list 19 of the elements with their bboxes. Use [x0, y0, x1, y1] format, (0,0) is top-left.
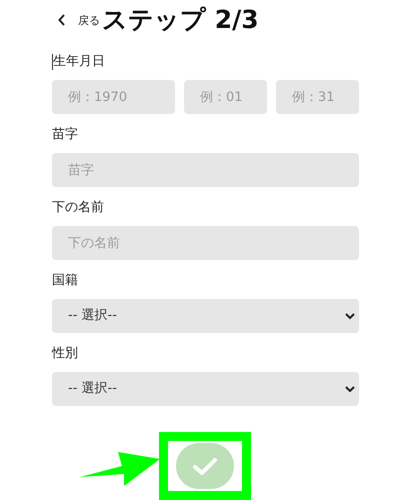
field-label: 国籍 — [52, 272, 78, 290]
input-field[interactable]: 例：01 — [184, 80, 267, 114]
arrow-icon — [80, 452, 160, 488]
field-label: 苗字 — [52, 126, 78, 144]
field-label: 下の名前 — [52, 199, 104, 218]
select-field[interactable]: -- 選択-- — [52, 372, 359, 406]
chevron-left-icon — [58, 14, 66, 26]
input-field[interactable]: 例：31 — [276, 80, 359, 114]
input-field[interactable]: 例：1970 — [52, 80, 175, 114]
page-title: ステップ 2/3 — [102, 7, 259, 32]
check-icon — [192, 457, 218, 475]
input-field[interactable]: 苗字 — [52, 153, 359, 187]
chevron-down-icon — [345, 385, 355, 393]
field-label: 性別 — [52, 345, 78, 364]
chevron-down-icon — [345, 312, 355, 320]
select-field[interactable]: -- 選択-- — [52, 299, 359, 333]
field-label: 生年月日 — [53, 53, 105, 72]
input-field[interactable]: 下の名前 — [52, 226, 359, 260]
back-button[interactable]: 戻る — [58, 12, 100, 34]
